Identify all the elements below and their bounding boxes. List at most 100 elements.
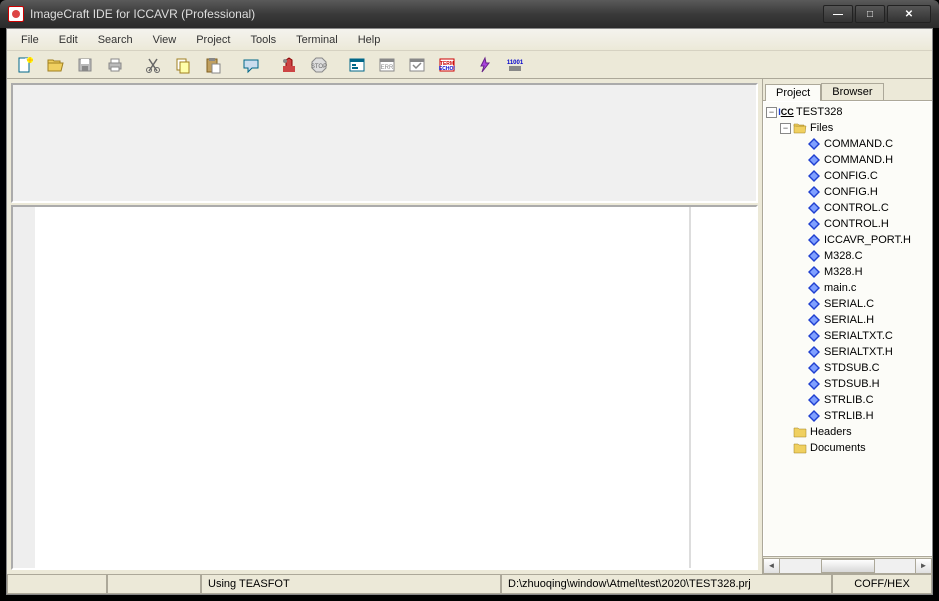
side-tabs: ProjectBrowser — [763, 79, 932, 101]
tree-file[interactable]: CONTROL.C — [764, 200, 931, 216]
tree-node-icon — [793, 425, 807, 439]
tree-node-label: Documents — [810, 442, 866, 454]
menu-edit[interactable]: Edit — [49, 32, 88, 48]
tree-node-icon — [807, 169, 821, 183]
tree-node-icon — [793, 441, 807, 455]
tree-node-icon — [807, 345, 821, 359]
side-panel: ProjectBrowser −ICCTEST328−FilesCOMMAND.… — [762, 79, 932, 574]
tree-file[interactable]: COMMAND.C — [764, 136, 931, 152]
tree-folder-files[interactable]: − Files — [764, 120, 931, 136]
tree-file[interactable]: STRLIB.C — [764, 392, 931, 408]
tree-node-label: main.c — [824, 282, 856, 294]
project-tree[interactable]: −ICCTEST328−FilesCOMMAND.CCOMMAND.HCONFI… — [763, 101, 932, 556]
stop-icon[interactable] — [305, 53, 333, 77]
new-file-icon[interactable] — [11, 53, 39, 77]
tree-node-icon — [807, 233, 821, 247]
tree-file[interactable]: ICCAVR_PORT.H — [764, 232, 931, 248]
tree-node-label: COMMAND.H — [824, 154, 893, 166]
tree-node-label: ICCAVR_PORT.H — [824, 234, 911, 246]
tree-node-icon — [807, 185, 821, 199]
menu-project[interactable]: Project — [186, 32, 240, 48]
menu-tools[interactable]: Tools — [240, 32, 286, 48]
menubar: FileEditSearchViewProjectToolsTerminalHe… — [7, 29, 932, 51]
tree-file[interactable]: STDSUB.H — [764, 376, 931, 392]
tree-file[interactable]: STRLIB.H — [764, 408, 931, 424]
tree-node-icon — [807, 361, 821, 375]
menu-terminal[interactable]: Terminal — [286, 32, 348, 48]
minimize-button[interactable]: — — [823, 5, 853, 23]
tree-node-icon — [807, 297, 821, 311]
tab-project[interactable]: Project — [765, 84, 821, 101]
tree-file[interactable]: main.c — [764, 280, 931, 296]
tree-node-label: STRLIB.H — [824, 410, 874, 422]
tree-node-label: STDSUB.C — [824, 362, 880, 374]
statusbar: Using TEASFOT D:\zhuoqing\window\Atmel\t… — [7, 574, 932, 594]
menu-file[interactable]: File — [11, 32, 49, 48]
tree-expander-icon[interactable]: − — [780, 123, 791, 134]
tree-node-icon — [807, 153, 821, 167]
options1-icon[interactable] — [343, 53, 371, 77]
editor-split[interactable] — [689, 207, 691, 568]
tree-file[interactable]: SERIAL.H — [764, 312, 931, 328]
tree-file[interactable]: SERIALTXT.H — [764, 344, 931, 360]
options3-icon[interactable] — [403, 53, 431, 77]
tree-root[interactable]: −ICCTEST328 — [764, 104, 931, 120]
tree-file[interactable]: STDSUB.C — [764, 360, 931, 376]
editor-gutter — [13, 207, 35, 568]
titlebar[interactable]: ImageCraft IDE for ICCAVR (Professional)… — [0, 0, 939, 28]
maximize-button[interactable]: □ — [855, 5, 885, 23]
tree-folder-headers[interactable]: Headers — [764, 424, 931, 440]
tree-file[interactable]: SERIAL.C — [764, 296, 931, 312]
scroll-left-button[interactable]: ◄ — [763, 558, 780, 574]
tree-node-icon — [807, 409, 821, 423]
tree-file[interactable]: CONFIG.C — [764, 168, 931, 184]
flash-icon[interactable] — [471, 53, 499, 77]
cut-icon[interactable] — [139, 53, 167, 77]
tree-file[interactable]: CONTROL.H — [764, 216, 931, 232]
editor-pane[interactable] — [11, 205, 758, 570]
tree-node-label: STRLIB.C — [824, 394, 874, 406]
status-cell-2: Using TEASFOT — [201, 575, 501, 594]
tree-node-icon — [793, 121, 807, 135]
menu-search[interactable]: Search — [88, 32, 143, 48]
tree-node-icon — [807, 201, 821, 215]
build-icon[interactable] — [275, 53, 303, 77]
binary-icon[interactable] — [501, 53, 529, 77]
output-pane[interactable] — [11, 83, 758, 203]
tree-node-label: SERIAL.C — [824, 298, 874, 310]
tree-node-icon — [807, 281, 821, 295]
tree-file[interactable]: COMMAND.H — [764, 152, 931, 168]
print-icon[interactable] — [101, 53, 129, 77]
tree-node-label: CONFIG.H — [824, 186, 878, 198]
tree-node-icon: ICC — [779, 105, 793, 119]
tree-node-icon — [807, 393, 821, 407]
tree-node-label: STDSUB.H — [824, 378, 880, 390]
tree-node-icon — [807, 217, 821, 231]
options2-icon[interactable] — [373, 53, 401, 77]
comment-icon[interactable] — [237, 53, 265, 77]
tree-node-icon — [807, 137, 821, 151]
save-icon[interactable] — [71, 53, 99, 77]
toolbar — [7, 51, 932, 79]
scroll-thumb[interactable] — [821, 559, 875, 573]
open-folder-icon[interactable] — [41, 53, 69, 77]
tree-folder-documents[interactable]: Documents — [764, 440, 931, 456]
tree-expander-icon[interactable]: − — [766, 107, 777, 118]
menu-help[interactable]: Help — [348, 32, 391, 48]
tree-node-label: SERIALTXT.C — [824, 330, 893, 342]
tree-hscroll[interactable]: ◄ ► — [763, 556, 932, 574]
term-icon[interactable] — [433, 53, 461, 77]
tree-file[interactable]: M328.H — [764, 264, 931, 280]
close-button[interactable]: ✕ — [887, 5, 931, 23]
tree-file[interactable]: M328.C — [764, 248, 931, 264]
scroll-right-button[interactable]: ► — [915, 558, 932, 574]
tree-node-label: M328.C — [824, 250, 863, 262]
paste-icon[interactable] — [199, 53, 227, 77]
tree-file[interactable]: SERIALTXT.C — [764, 328, 931, 344]
tree-node-label: Files — [810, 122, 833, 134]
copy-icon[interactable] — [169, 53, 197, 77]
tab-browser[interactable]: Browser — [821, 83, 883, 100]
scroll-track[interactable] — [780, 558, 915, 574]
tree-file[interactable]: CONFIG.H — [764, 184, 931, 200]
menu-view[interactable]: View — [143, 32, 187, 48]
